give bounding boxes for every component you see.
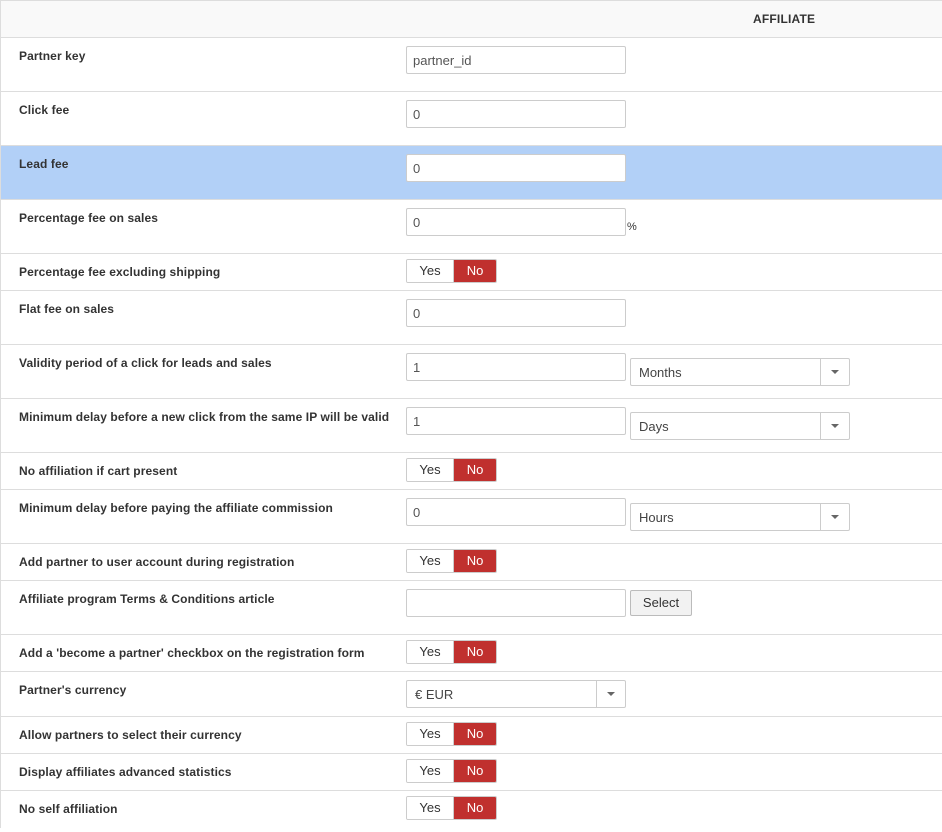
percentage-excl-shipping-label: Percentage fee excluding shipping [19, 265, 221, 279]
become-partner-checkbox-toggle[interactable]: Yes No [406, 640, 497, 664]
row-partner-currency: Partner's currency € EUR [1, 672, 942, 717]
partner-key-input[interactable] [406, 46, 626, 74]
min-delay-click-label: Minimum delay before a new click from th… [19, 410, 390, 424]
terms-article-label: Affiliate program Terms & Conditions art… [19, 592, 275, 606]
row-no-affiliation-cart: No affiliation if cart present Yes No [1, 453, 942, 490]
row-percentage-fee: Percentage fee on sales % [1, 200, 942, 254]
row-validity-period: Validity period of a click for leads and… [1, 345, 942, 399]
row-percentage-excl-shipping: Percentage fee excluding shipping Yes No [1, 254, 942, 291]
min-delay-commission-input[interactable] [406, 498, 626, 526]
affiliate-config-table: AFFILIATE Partner key Click fee Lead fee… [0, 0, 942, 828]
validity-period-unit-select[interactable]: Months [630, 358, 850, 386]
row-click-fee: Click fee [1, 92, 942, 146]
flat-fee-input[interactable] [406, 299, 626, 327]
lead-fee-input[interactable] [406, 154, 626, 182]
row-min-delay-commission: Minimum delay before paying the affiliat… [1, 490, 942, 544]
chevron-down-icon[interactable] [820, 413, 849, 439]
row-lead-fee: Lead fee [1, 146, 942, 200]
select-article-button[interactable]: Select [630, 590, 692, 616]
chevron-down-icon[interactable] [596, 681, 625, 707]
min-delay-click-unit-select[interactable]: Days [630, 412, 850, 440]
yes-option[interactable]: Yes [407, 641, 454, 663]
yes-option[interactable]: Yes [407, 459, 454, 481]
chevron-down-icon[interactable] [820, 504, 849, 530]
no-self-affiliation-label: No self affiliation [19, 802, 118, 816]
row-no-self-affiliation: No self affiliation Yes No [1, 791, 942, 828]
row-min-delay-click: Minimum delay before a new click from th… [1, 399, 942, 453]
yes-option[interactable]: Yes [407, 797, 454, 819]
no-option[interactable]: No [454, 760, 496, 782]
advanced-stats-toggle[interactable]: Yes No [406, 759, 497, 783]
select-value: Hours [639, 510, 674, 525]
partner-currency-label: Partner's currency [19, 683, 127, 697]
click-fee-input[interactable] [406, 100, 626, 128]
percent-unit: % [627, 221, 637, 233]
no-option[interactable]: No [454, 723, 496, 745]
row-partner-key: Partner key [1, 38, 942, 92]
select-value: Days [639, 419, 669, 434]
no-option[interactable]: No [454, 260, 496, 282]
no-option[interactable]: No [454, 641, 496, 663]
no-affiliation-cart-label: No affiliation if cart present [19, 464, 178, 478]
row-become-partner-checkbox: Add a 'become a partner' checkbox on the… [1, 635, 942, 672]
yes-option[interactable]: Yes [407, 550, 454, 572]
chevron-down-icon[interactable] [820, 359, 849, 385]
percentage-excl-shipping-toggle[interactable]: Yes No [406, 259, 497, 283]
no-option[interactable]: No [454, 459, 496, 481]
percentage-fee-label: Percentage fee on sales [19, 211, 159, 225]
allow-select-currency-toggle[interactable]: Yes No [406, 722, 497, 746]
row-flat-fee: Flat fee on sales [1, 291, 942, 345]
lead-fee-label: Lead fee [19, 157, 69, 171]
column-title-affiliate: AFFILIATE [753, 12, 816, 26]
min-delay-commission-label: Minimum delay before paying the affiliat… [19, 501, 333, 515]
add-partner-registration-toggle[interactable]: Yes No [406, 549, 497, 573]
yes-option[interactable]: Yes [407, 723, 454, 745]
table-header: AFFILIATE [1, 0, 942, 38]
no-option[interactable]: No [454, 550, 496, 572]
percentage-fee-input[interactable] [406, 208, 626, 236]
terms-article-input[interactable] [406, 589, 626, 617]
select-value: € EUR [415, 687, 454, 702]
allow-select-currency-label: Allow partners to select their currency [19, 728, 242, 742]
yes-option[interactable]: Yes [407, 260, 454, 282]
no-affiliation-cart-toggle[interactable]: Yes No [406, 458, 497, 482]
min-delay-click-input[interactable] [406, 407, 626, 435]
click-fee-label: Click fee [19, 103, 70, 117]
row-add-partner-registration: Add partner to user account during regis… [1, 544, 942, 581]
row-advanced-stats: Display affiliates advanced statistics Y… [1, 754, 942, 791]
no-self-affiliation-toggle[interactable]: Yes No [406, 796, 497, 820]
validity-period-input[interactable] [406, 353, 626, 381]
min-delay-commission-unit-select[interactable]: Hours [630, 503, 850, 531]
add-partner-registration-label: Add partner to user account during regis… [19, 555, 295, 569]
yes-option[interactable]: Yes [407, 760, 454, 782]
flat-fee-label: Flat fee on sales [19, 302, 115, 316]
partner-currency-select[interactable]: € EUR [406, 680, 626, 708]
row-terms-article: Affiliate program Terms & Conditions art… [1, 581, 942, 635]
become-partner-checkbox-label: Add a 'become a partner' checkbox on the… [19, 646, 365, 660]
partner-key-label: Partner key [19, 49, 86, 63]
select-value: Months [639, 365, 682, 380]
no-option[interactable]: No [454, 797, 496, 819]
validity-period-label: Validity period of a click for leads and… [19, 356, 272, 370]
advanced-stats-label: Display affiliates advanced statistics [19, 765, 232, 779]
row-allow-select-currency: Allow partners to select their currency … [1, 717, 942, 754]
